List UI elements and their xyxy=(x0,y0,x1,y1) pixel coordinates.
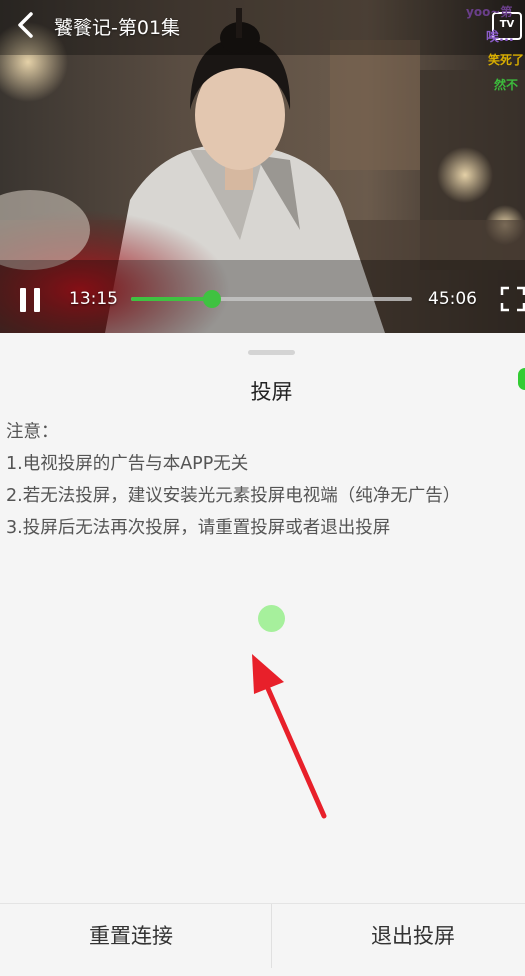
note-item: 1.电视投屏的广告与本APP无关 xyxy=(6,454,249,474)
fullscreen-icon[interactable] xyxy=(500,286,525,312)
danmaku-comment: 然不 xyxy=(494,78,519,92)
sheet-drag-handle[interactable] xyxy=(248,350,295,355)
footer-divider xyxy=(271,904,272,968)
red-arrow-annotation xyxy=(252,654,327,819)
total-time: 45:06 xyxy=(428,289,477,309)
cast-bottom-sheet: 投屏 注意： 1.电视投屏的广告与本APP无关 2.若无法投屏，建议安装光元素投… xyxy=(0,333,525,975)
reset-connection-button[interactable]: 重置连接 xyxy=(0,904,262,976)
sheet-footer: 重置连接 退出投屏 xyxy=(0,903,525,976)
cast-notes: 注意： 1.电视投屏的广告与本APP无关 2.若无法投屏，建议安装光元素投屏电视… xyxy=(6,416,460,544)
sheet-title: 投屏 xyxy=(250,380,293,404)
exit-cast-button[interactable]: 退出投屏 xyxy=(282,904,525,976)
note-item: 2.若无法投屏，建议安装光元素投屏电视端（纯净无广告） xyxy=(6,486,461,506)
floating-green-dot[interactable] xyxy=(518,368,525,390)
back-arrow-icon[interactable] xyxy=(12,10,40,40)
video-player[interactable]: 饕餮记-第01集 TV yoo~第 唉... 笑死了 然不 13:15 45:0… xyxy=(0,0,525,333)
playback-controls: 13:15 45:06 xyxy=(0,276,525,324)
progress-thumb[interactable] xyxy=(203,290,222,308)
video-title: 饕餮记-第01集 xyxy=(54,17,181,39)
progress-fill xyxy=(131,297,213,301)
danmaku-comment: yoo~第 xyxy=(466,5,513,19)
danmaku-comment: 笑死了 xyxy=(488,53,525,67)
progress-bar[interactable] xyxy=(131,290,412,308)
touch-indicator xyxy=(258,605,285,632)
pause-icon[interactable] xyxy=(16,286,44,314)
current-time: 13:15 xyxy=(69,289,118,309)
danmaku-comment: 唉... xyxy=(486,30,514,45)
video-top-bar: 饕餮记-第01集 TV xyxy=(0,0,525,52)
note-item: 3.投屏后无法再次投屏，请重置投屏或者退出投屏 xyxy=(6,518,391,538)
note-heading: 注意： xyxy=(6,422,59,442)
